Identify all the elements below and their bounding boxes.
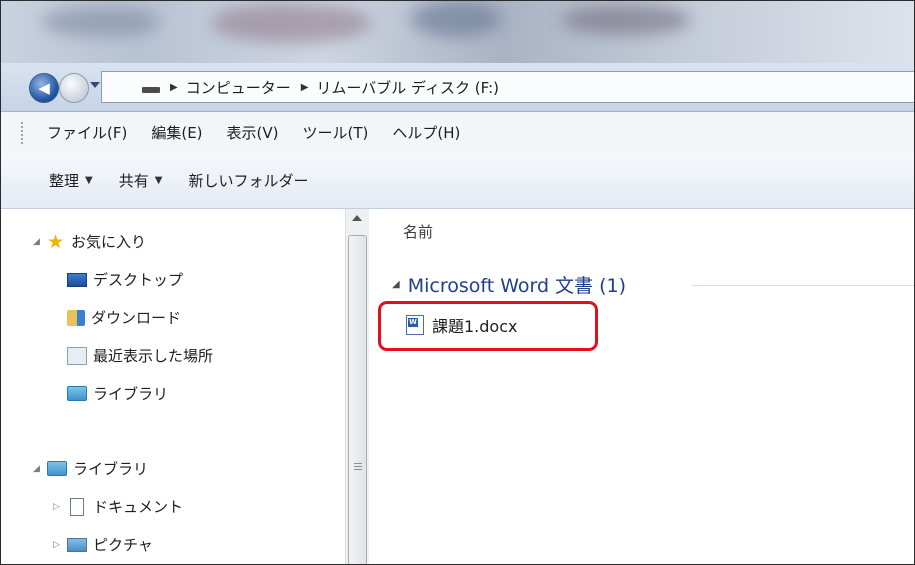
collapse-arrow-icon[interactable]: ▷ [53,502,67,512]
back-button[interactable]: ◀ [29,73,59,103]
document-icon [70,497,84,516]
breadcrumb-computer[interactable]: コンピューター [186,77,291,98]
nav-desktop-label: デスクトップ [93,271,184,289]
star-icon: ★ [47,230,65,253]
column-header-name[interactable]: 名前 [403,221,433,242]
word-document-icon: W [406,315,424,335]
organize-button[interactable]: 整理 ▼ [49,170,93,191]
menu-view[interactable]: 表示(V) [227,122,279,143]
explorer-window: ◀ ▶ コンピューター ▶ リムーバブル ディスク (F:) ファイル(F) 編… [0,0,915,565]
nav-libraries-fav-label: ライブラリ [93,385,169,403]
download-folder-icon [67,309,85,326]
file-list-pane: 名前 ◢ Microsoft Word 文書 (1) W 課題1.docx [370,209,914,564]
organize-label: 整理 [49,172,80,190]
collapse-arrow-icon[interactable]: ▷ [53,540,67,550]
library-icon [47,461,67,476]
file-name: 課題1.docx [432,317,518,336]
drive-icon [142,87,160,93]
background-blur [211,3,371,43]
group-header[interactable]: ◢ Microsoft Word 文書 (1) [392,271,626,298]
scroll-up-arrow-icon[interactable] [352,215,362,221]
nav-libraries-favorite[interactable]: ライブラリ [67,383,168,404]
expand-arrow-icon[interactable]: ◢ [33,464,47,474]
nav-documents[interactable]: ▷ ドキュメント [53,496,183,517]
nav-downloads-label: ダウンロード [91,309,182,327]
background-blur [411,1,501,37]
recent-places-icon [67,346,87,365]
menu-file[interactable]: ファイル(F) [47,122,127,143]
collapse-arrow-icon[interactable]: ◢ [392,279,400,290]
nav-desktop[interactable]: デスクトップ [67,269,183,290]
nav-downloads[interactable]: ダウンロード [67,307,181,328]
scroll-thumb[interactable] [348,235,367,564]
address-bar[interactable]: ▶ コンピューター ▶ リムーバブル ディスク (F:) [101,71,914,103]
share-label: 共有 [118,172,149,190]
nav-recent-label: 最近表示した場所 [93,347,214,365]
new-folder-label: 新しいフォルダー [188,172,309,190]
nav-pictures[interactable]: ▷ ピクチャ [53,534,153,555]
nav-scrollbar[interactable] [345,209,369,564]
pictures-icon [67,537,87,552]
menu-grip [21,121,23,144]
command-bar: 整理 ▼ 共有 ▼ 新しいフォルダー [1,153,914,209]
nav-libraries[interactable]: ◢ ライブラリ [33,458,148,479]
nav-documents-label: ドキュメント [93,498,184,516]
menu-help[interactable]: ヘルプ(H) [392,122,460,143]
nav-pictures-label: ピクチャ [93,536,153,554]
scroll-grip [354,463,362,471]
nav-favorites-label: お気に入り [71,233,147,251]
menu-bar: ファイル(F) 編集(E) 表示(V) ツール(T) ヘルプ(H) [1,112,914,154]
menu-edit[interactable]: 編集(E) [151,122,202,143]
group-label: Microsoft Word 文書 (1) [407,275,627,297]
nav-libraries-label: ライブラリ [73,460,149,478]
menu-tools[interactable]: ツール(T) [303,122,369,143]
breadcrumb-separator-icon[interactable]: ▶ [301,82,309,93]
background-blur [561,5,691,35]
new-folder-button[interactable]: 新しいフォルダー [188,170,308,191]
back-arrow-icon: ◀ [38,79,50,97]
background-blur [41,7,161,37]
nav-recent-places[interactable]: 最近表示した場所 [67,345,213,366]
dropdown-arrow-icon: ▼ [85,175,93,186]
title-bar [1,1,914,63]
recent-pages-dropdown-icon[interactable] [90,82,100,88]
desktop-icon [67,272,87,287]
address-row: ◀ ▶ コンピューター ▶ リムーバブル ディスク (F:) [1,63,914,112]
nav-favorites[interactable]: ◢ ★ お気に入り [33,231,146,252]
navigation-pane: ◢ ★ お気に入り デスクトップ ダウンロード 最近表示した場所 ライブラリ ◢… [1,209,369,564]
file-item[interactable]: W 課題1.docx [406,313,517,337]
library-icon [67,386,87,401]
share-button[interactable]: 共有 ▼ [119,170,163,191]
dropdown-arrow-icon: ▼ [154,175,163,186]
forward-button[interactable] [59,73,89,103]
group-divider [692,285,914,286]
breadcrumb-removable-disk[interactable]: リムーバブル ディスク (F:) [316,77,499,98]
expand-arrow-icon[interactable]: ◢ [33,237,47,247]
breadcrumb-separator-icon[interactable]: ▶ [170,82,178,93]
